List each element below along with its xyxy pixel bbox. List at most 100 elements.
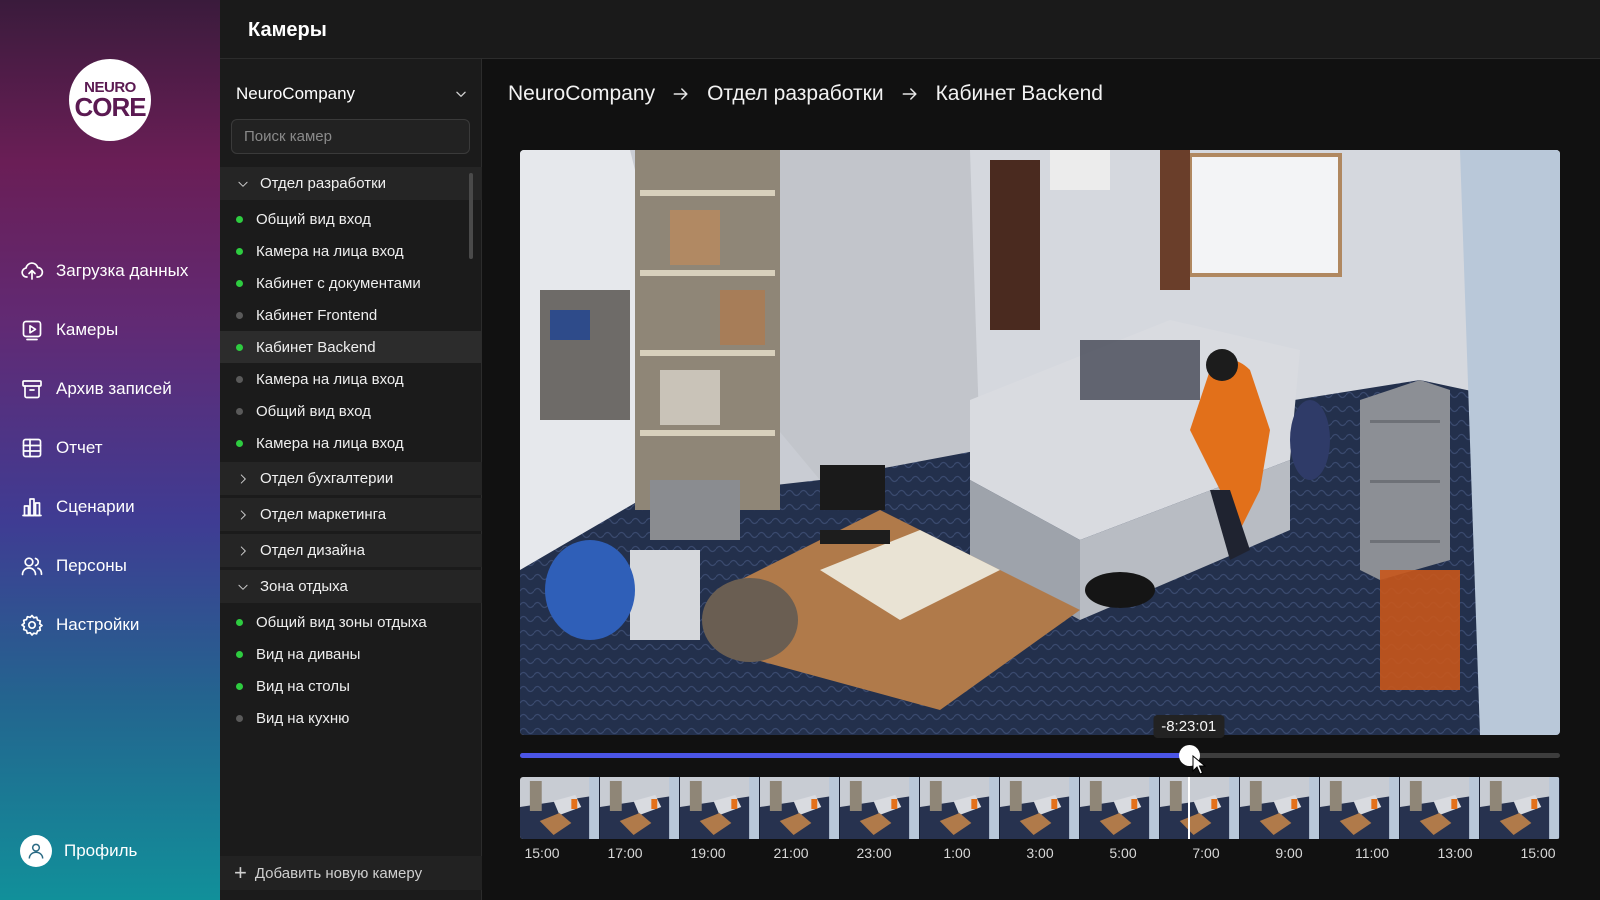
camera-video-feed[interactable] [520, 150, 1560, 735]
timeline-thumbnail[interactable] [1400, 777, 1480, 839]
status-online-dot [236, 343, 243, 351]
breadcrumb-company[interactable]: NeuroCompany [508, 82, 655, 106]
timeline-tick-label: 15:00 [524, 845, 560, 861]
camera-name: Кабинет с документами [256, 274, 421, 292]
timeline-thumbnail[interactable] [1320, 777, 1400, 839]
nav-item-label: Загрузка данных [56, 261, 189, 280]
status-offline-dot [236, 714, 243, 722]
timeline-thumbnail[interactable] [1160, 777, 1240, 839]
nav-item-label: Отчет [56, 438, 103, 457]
camera-list-scrollbar[interactable] [469, 173, 473, 259]
add-camera-button[interactable]: + Добавить новую камеру [220, 856, 482, 890]
profile-button[interactable]: Профиль [20, 835, 137, 867]
timeline-tick-label: 19:00 [690, 845, 726, 861]
timeline-thumbnail[interactable] [1240, 777, 1320, 839]
timeline-thumbnail[interactable] [920, 777, 1000, 839]
nav-item-persons[interactable]: Персоны [20, 553, 127, 579]
timeline-thumbnail[interactable] [1080, 777, 1160, 839]
camera-group-label: Отдел дизайна [260, 542, 365, 559]
status-online-dot [236, 650, 243, 658]
arrow-right-icon [671, 84, 691, 104]
status-offline-dot [236, 375, 243, 383]
chevron-right-icon [236, 472, 250, 486]
nav-item-cameras[interactable]: Камеры [20, 317, 118, 343]
playback-progress-track[interactable] [520, 745, 1560, 766]
timeline-thumbnail[interactable] [760, 777, 840, 839]
breadcrumb-camera: Кабинет Backend [935, 82, 1103, 105]
nav-item-label: Камеры [56, 320, 119, 339]
timeline-filmstrip[interactable] [520, 777, 1560, 839]
timeline-tick-label: 5:00 [1109, 845, 1137, 861]
nav-item-label: Настройки [56, 615, 140, 634]
camera-group[interactable]: Отдел дизайна [220, 534, 482, 567]
playback-progress-fill [520, 753, 1189, 758]
camera-list-item[interactable]: Кабинет Backend [220, 331, 482, 363]
nav-item-report[interactable]: Отчет [20, 435, 103, 461]
camera-name: Вид на диваны [256, 645, 361, 663]
camera-list-item[interactable]: Камера на лица вход [220, 427, 482, 459]
logo-line-2: CORE [74, 92, 146, 122]
company-selector[interactable]: NeuroCompany [236, 82, 468, 106]
camera-list-item[interactable]: Общий вид зоны отдыха [220, 606, 482, 638]
camera-search-input[interactable] [231, 119, 470, 154]
timeline-tick-label: 7:00 [1192, 845, 1220, 861]
camera-list-item[interactable]: Общий вид вход [220, 395, 482, 427]
timeline-tick-label: 1:00 [943, 845, 971, 861]
camera-name: Общий вид вход [256, 402, 371, 420]
camera-group[interactable]: Отдел маркетинга [220, 498, 482, 531]
timeline-tick-label: 3:00 [1026, 845, 1054, 861]
camera-name: Вид на столы [256, 677, 350, 695]
profile-label: Профиль [64, 841, 138, 860]
neurocore-logo[interactable]: NEURO CORE [69, 59, 151, 141]
status-online-dot [236, 682, 243, 690]
camera-group[interactable]: Зона отдыха [220, 570, 482, 603]
timeline-thumbnail[interactable] [1000, 777, 1080, 839]
timeline-thumbnail[interactable] [520, 777, 600, 839]
timeline-thumbnail[interactable] [600, 777, 680, 839]
nav-item-data-upload[interactable]: Загрузка данных [20, 258, 188, 284]
chevron-down-icon [236, 580, 250, 594]
camera-list-item[interactable]: Вид на столы [220, 670, 482, 702]
gear-icon [21, 614, 43, 636]
camera-list-item[interactable]: Вид на кухню [220, 702, 482, 734]
timeline-playhead[interactable] [1188, 777, 1190, 839]
camera-list-panel: NeuroCompany Отдел разработки Общий вид в… [220, 59, 482, 900]
mouse-cursor-icon [1192, 755, 1206, 775]
breadcrumb: NeuroCompany Отдел разработки Кабинет Ba… [508, 82, 1103, 106]
camera-name: Камера на лица вход [256, 434, 404, 452]
camera-name: Кабинет Backend [256, 338, 376, 356]
camera-group-label: Отдел бухгалтерии [260, 470, 394, 487]
camera-group[interactable]: Отдел бухгалтерии [220, 462, 482, 495]
user-icon [28, 843, 44, 859]
camera-list-item[interactable]: Кабинет Frontend [220, 299, 482, 331]
camera-name: Камера на лица вход [256, 370, 404, 388]
camera-list-item[interactable]: Камера на лица вход [220, 235, 482, 267]
camera-list-item[interactable]: Вид на диваны [220, 638, 482, 670]
camera-list-item[interactable]: Общий вид вход [220, 203, 482, 235]
office-scene-image [520, 150, 1560, 735]
camera-group[interactable]: Отдел разработки [220, 167, 482, 200]
timeline-thumbnail[interactable] [1480, 777, 1560, 839]
nav-item-settings[interactable]: Настройки [20, 612, 139, 638]
camera-name: Общий вид вход [256, 210, 371, 228]
avatar [20, 835, 52, 867]
breadcrumb-department[interactable]: Отдел разработки [707, 82, 883, 106]
top-header: Камеры [220, 0, 1600, 59]
status-online-dot [236, 439, 243, 447]
status-online-dot [236, 247, 243, 255]
company-name: NeuroCompany [236, 84, 356, 103]
timeline-thumbnail[interactable] [840, 777, 920, 839]
camera-list-item[interactable]: Кабинет с документами [220, 267, 482, 299]
nav-item-archive[interactable]: Архив записей [20, 376, 172, 402]
users-icon [21, 557, 43, 576]
timeline-tick-label: 13:00 [1437, 845, 1473, 861]
camera-name: Вид на кухню [256, 709, 350, 727]
status-offline-dot [236, 407, 243, 415]
camera-name: Общий вид зоны отдыха [256, 613, 427, 631]
camera-list-item[interactable]: Камера на лица вход [220, 363, 482, 395]
timeline-thumbnail[interactable] [680, 777, 760, 839]
nav-item-scenarios[interactable]: Сценарии [20, 494, 135, 520]
cloud-upload-icon [21, 262, 44, 280]
timeline-tick-label: 17:00 [607, 845, 643, 861]
